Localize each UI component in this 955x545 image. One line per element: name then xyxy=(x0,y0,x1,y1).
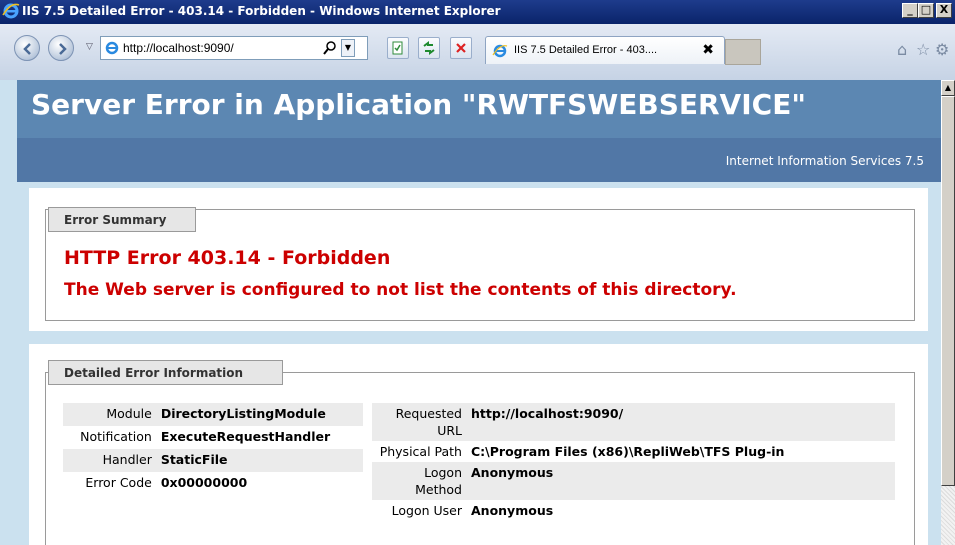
ie-logo-icon xyxy=(2,3,20,19)
search-icon[interactable] xyxy=(322,40,338,56)
detail-value: ExecuteRequestHandler xyxy=(160,429,331,444)
detail-row: Logon User Anonymous xyxy=(372,500,895,521)
detail-value: Anonymous xyxy=(467,462,895,500)
refresh-icon[interactable] xyxy=(418,37,440,59)
detail-row: Notification ExecuteRequestHandler xyxy=(63,426,363,449)
detail-row: Error Code 0x00000000 xyxy=(63,472,363,495)
page-ie-icon xyxy=(105,41,119,55)
history-dropdown-icon[interactable]: ▽ xyxy=(86,42,93,52)
address-dropdown-icon[interactable]: ▼ xyxy=(341,39,355,57)
tools-icon[interactable]: ⚙ xyxy=(935,40,949,59)
detailed-error-panel: Detailed Error Information Module Direct… xyxy=(29,344,928,545)
page-header: Server Error in Application "RWTFSWEBSER… xyxy=(17,80,941,138)
tab-close-icon[interactable]: ✖ xyxy=(702,42,714,58)
detail-value: DirectoryListingModule xyxy=(156,403,363,426)
scroll-up-icon[interactable]: ▲ xyxy=(941,80,955,96)
page-title: Server Error in Application "RWTFSWEBSER… xyxy=(31,88,806,121)
page-subheader: Internet Information Services 7.5 xyxy=(17,138,941,182)
detail-row: Physical Path C:\Program Files (x86)\Rep… xyxy=(372,441,895,462)
address-input[interactable]: http://localhost:9090/ xyxy=(123,41,234,55)
stop-icon[interactable] xyxy=(450,37,472,59)
detailed-error-legend: Detailed Error Information xyxy=(48,360,283,385)
error-description: The Web server is configured to not list… xyxy=(64,280,737,300)
home-icon[interactable]: ⌂ xyxy=(897,40,907,59)
server-name: Internet Information Services 7.5 xyxy=(725,154,924,168)
details-table-left: Module DirectoryListingModule Notificati… xyxy=(63,403,363,495)
close-icon[interactable]: X xyxy=(936,3,952,18)
detail-key: Requested URL xyxy=(372,403,467,441)
page-content: Server Error in Application "RWTFSWEBSER… xyxy=(0,80,941,545)
detail-row: Handler StaticFile xyxy=(63,449,363,472)
error-heading: HTTP Error 403.14 - Forbidden xyxy=(64,247,391,269)
detail-key: Logon User xyxy=(391,503,462,518)
back-icon[interactable] xyxy=(14,35,40,61)
detail-row: Requested URL http://localhost:9090/ xyxy=(372,403,895,441)
minimize-icon[interactable]: _ xyxy=(902,3,918,18)
detail-key: Notification xyxy=(80,429,152,444)
detail-key: Handler xyxy=(63,449,157,472)
detail-value: StaticFile xyxy=(156,449,363,472)
tab-ie-icon xyxy=(492,44,508,58)
maximize-icon[interactable]: □ xyxy=(918,3,934,18)
compatibility-icon[interactable] xyxy=(387,37,409,59)
error-summary-panel: Error Summary HTTP Error 403.14 - Forbid… xyxy=(29,188,928,331)
scroll-thumb[interactable] xyxy=(941,96,955,486)
forward-icon[interactable] xyxy=(48,35,74,61)
detail-key: Error Code xyxy=(85,475,152,490)
detail-value: 0x00000000 xyxy=(160,475,248,490)
detail-value: Anonymous xyxy=(471,503,554,518)
detail-key: Logon Method xyxy=(372,462,467,500)
browser-toolbar: ▽ http://localhost:9090/ ▼ IIS 7.5 Detai… xyxy=(0,24,955,81)
tab-active[interactable]: IIS 7.5 Detailed Error - 403.... ✖ xyxy=(485,36,725,64)
detail-value: http://localhost:9090/ xyxy=(467,403,895,441)
detail-key: Physical Path xyxy=(379,444,462,459)
tab-label: IIS 7.5 Detailed Error - 403.... xyxy=(514,44,658,56)
new-tab-button[interactable] xyxy=(725,39,761,65)
error-summary-legend: Error Summary xyxy=(48,207,196,232)
address-bar[interactable]: http://localhost:9090/ ▼ xyxy=(100,36,368,60)
detail-key: Module xyxy=(63,403,157,426)
favorites-icon[interactable]: ☆ xyxy=(916,40,930,59)
detail-row: Logon Method Anonymous xyxy=(372,462,895,500)
window-title-bar[interactable]: IIS 7.5 Detailed Error - 403.14 - Forbid… xyxy=(0,0,955,24)
details-table-right: Requested URL http://localhost:9090/ Phy… xyxy=(372,403,895,521)
window-title: IIS 7.5 Detailed Error - 403.14 - Forbid… xyxy=(22,4,501,18)
detail-value: C:\Program Files (x86)\RepliWeb\TFS Plug… xyxy=(471,444,785,459)
vertical-scrollbar[interactable]: ▲ xyxy=(941,80,955,545)
detail-row: Module DirectoryListingModule xyxy=(63,403,363,426)
